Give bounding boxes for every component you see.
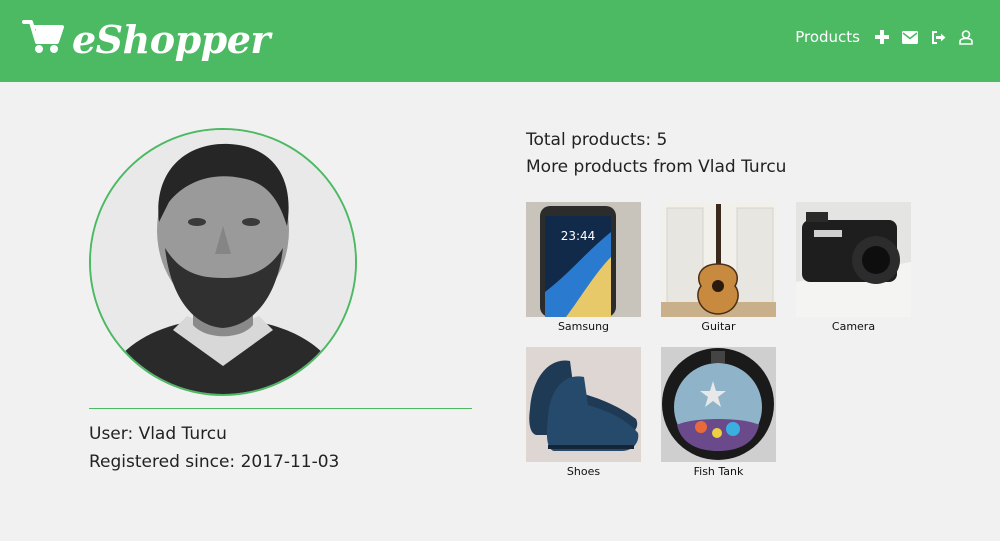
- cart-icon: [22, 18, 64, 60]
- total-products: Total products: 5: [526, 130, 668, 150]
- product-image-camera: [796, 202, 911, 317]
- user-avatar: [89, 128, 357, 396]
- product-card-guitar[interactable]: Guitar: [661, 202, 776, 333]
- envelope-icon[interactable]: [902, 29, 918, 45]
- product-image-fish-tank: [661, 347, 776, 462]
- user-name: User: Vlad Turcu: [89, 424, 227, 444]
- brand-name: eShopper: [72, 16, 270, 62]
- more-products-heading: More products from Vlad Turcu: [526, 157, 787, 177]
- product-card-fish-tank[interactable]: Fish Tank: [661, 347, 776, 478]
- registered-since: Registered since: 2017-11-03: [89, 452, 340, 472]
- product-name-shoes: Shoes: [566, 465, 601, 478]
- product-name-guitar: Guitar: [701, 320, 736, 333]
- profile-divider: [89, 408, 472, 409]
- nav-products-link[interactable]: Products: [795, 28, 860, 46]
- sign-out-icon[interactable]: [930, 29, 946, 45]
- product-image-shoes: [526, 347, 641, 462]
- product-card-samsung[interactable]: 23:44 Samsung: [526, 202, 641, 333]
- product-name-camera: Camera: [831, 320, 876, 333]
- product-card-shoes[interactable]: Shoes: [526, 347, 641, 478]
- brand-logo[interactable]: eShopper: [22, 14, 270, 64]
- product-name-fish-tank: Fish Tank: [693, 465, 744, 478]
- product-name-samsung: Samsung: [557, 320, 610, 333]
- top-navbar: eShopper Products: [0, 0, 1000, 82]
- svg-text:23:44: 23:44: [561, 229, 596, 243]
- product-image-samsung: 23:44: [526, 202, 641, 317]
- user-icon[interactable]: [958, 29, 974, 45]
- product-image-guitar: [661, 202, 776, 317]
- product-card-camera[interactable]: Camera: [796, 202, 911, 333]
- plus-icon[interactable]: [874, 29, 890, 45]
- nav-actions: Products: [795, 27, 974, 47]
